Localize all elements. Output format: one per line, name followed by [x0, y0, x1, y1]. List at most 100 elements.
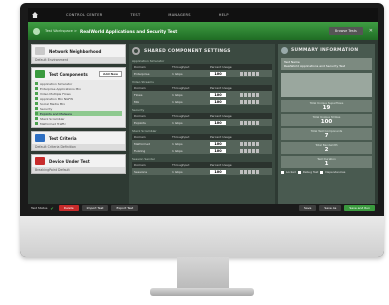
- percent-input[interactable]: 100: [210, 169, 226, 174]
- dependencies-checkbox[interactable]: [320, 170, 324, 174]
- slider-tick: [244, 99, 247, 104]
- column-header: Percent Usage: [210, 86, 232, 90]
- browse-tests-button[interactable]: Browse Tests: [328, 27, 363, 35]
- close-icon[interactable]: ✕: [369, 28, 373, 34]
- add-component-button[interactable]: Add New: [99, 71, 122, 77]
- slider-tick: [252, 148, 255, 153]
- app-screen: CONTROL CENTER TEST MANAGERS HELP Test W…: [28, 8, 378, 212]
- workspace-header: Test Workspace > RealWorld Applications …: [28, 22, 378, 40]
- save-button[interactable]: Save: [299, 205, 317, 211]
- percent-input[interactable]: 100: [210, 99, 226, 104]
- network-card[interactable]: Network Neighborhood Default Environment: [31, 44, 126, 64]
- slider-tick: [256, 120, 259, 125]
- usage-slider[interactable]: [240, 148, 270, 153]
- slider-tick: [244, 120, 247, 125]
- component-tree: Application Simulator Enterprise Applicat…: [32, 80, 125, 127]
- page-title: RealWorld Applications and Security Test: [80, 28, 178, 34]
- column-header: Throughput: [172, 163, 190, 167]
- import-test-button[interactable]: Import Test: [81, 205, 109, 211]
- table-row: Enterprise 1 Gbps 100: [132, 70, 272, 77]
- save-as-button[interactable]: Save As: [319, 205, 342, 211]
- component-icon: [35, 92, 38, 95]
- slider-tick: [244, 71, 247, 76]
- slider-tick: [244, 169, 247, 174]
- slider-tick: [240, 120, 243, 125]
- percent-input[interactable]: 100: [210, 141, 226, 146]
- dut-card[interactable]: Device Under Test BreakingPoint Default: [31, 154, 126, 174]
- slider-tick: [240, 71, 243, 76]
- export-test-button[interactable]: Export Test: [111, 205, 139, 211]
- slider-tick: [248, 92, 251, 97]
- nav-test[interactable]: TEST: [130, 13, 140, 17]
- component-icon: [35, 122, 38, 125]
- component-icon: [35, 117, 38, 120]
- summary-checks: Locked Debug Test Dependencies: [281, 170, 372, 174]
- stat-value: 1: [324, 161, 329, 167]
- components-card[interactable]: Test Components Add New Application Simu…: [31, 67, 126, 128]
- slider-tick: [256, 141, 259, 146]
- column-header: Domain: [134, 65, 146, 69]
- dependencies-label: Dependencies: [325, 170, 346, 174]
- table-row: Malformed 1 Gbps 100: [132, 140, 272, 147]
- settings-section: Security Domain Throughput Percent Usage Exp…: [132, 107, 272, 126]
- action-bar: Test Status ✔ Delete Import Test Export …: [28, 204, 378, 212]
- test-description[interactable]: [281, 73, 372, 97]
- locked-checkbox[interactable]: [281, 170, 284, 174]
- throughput-cell: 1 Gbps: [172, 92, 183, 97]
- nav-managers[interactable]: MANAGERS: [168, 13, 190, 17]
- criteria-icon: [35, 134, 45, 142]
- summary-title-row: SUMMARY INFORMATION: [281, 47, 372, 54]
- network-sub: Default Environment: [32, 57, 125, 63]
- throughput-cell: 1 Gbps: [172, 99, 183, 104]
- network-title: Network Neighborhood: [49, 48, 102, 54]
- monitor-base: [150, 288, 254, 296]
- usage-slider[interactable]: [240, 120, 270, 125]
- slider-tick: [248, 71, 251, 76]
- percent-input[interactable]: 100: [210, 120, 226, 125]
- component-icon: [35, 112, 38, 115]
- settings-section: Session Sender Domain Throughput Percent Us…: [132, 156, 272, 175]
- usage-slider[interactable]: [240, 141, 270, 146]
- slider-tick: [256, 71, 259, 76]
- throughput-cell: 1 Gbps: [172, 141, 183, 146]
- slider-tick: [248, 169, 251, 174]
- tree-item-label: Application Simulator: [40, 81, 73, 86]
- dut-card-head: Device Under Test: [32, 155, 125, 167]
- monitor-chin: [20, 216, 384, 257]
- nav-control-center[interactable]: CONTROL CENTER: [66, 13, 102, 17]
- debug-checkbox[interactable]: [297, 170, 301, 174]
- tree-item[interactable]: Malformed Traffic: [35, 121, 122, 126]
- slider-tick: [240, 141, 243, 146]
- breadcrumb[interactable]: Test Workspace >: [45, 29, 77, 33]
- workspace-icon: [33, 27, 40, 35]
- summary-title: SUMMARY INFORMATION: [291, 48, 359, 53]
- shared-settings-panel: SHARED COMPONENT SETTINGS Application Si…: [129, 44, 275, 204]
- domain-cell: Flows: [134, 92, 143, 97]
- tree-item-label: Security: [40, 106, 53, 111]
- nav-help[interactable]: HELP: [219, 13, 229, 17]
- slider-tick: [252, 99, 255, 104]
- network-card-head: Network Neighborhood: [32, 45, 125, 57]
- percent-input[interactable]: 100: [210, 148, 226, 153]
- save-and-run-button[interactable]: Save and Run: [344, 205, 375, 211]
- delete-button[interactable]: Delete: [58, 205, 79, 211]
- usage-slider[interactable]: [240, 92, 270, 97]
- slider-tick: [248, 148, 251, 153]
- gear-icon: [132, 47, 140, 55]
- slider-tick: [252, 141, 255, 146]
- domain-cell: Exploits: [134, 120, 146, 125]
- settings-section: Application Simulator Domain Throughput Per…: [132, 58, 272, 77]
- dut-sub: BreakingPoint Default: [32, 167, 125, 173]
- percent-input[interactable]: 100: [210, 92, 226, 97]
- usage-slider[interactable]: [240, 169, 270, 174]
- home-icon[interactable]: [32, 12, 38, 18]
- usage-slider[interactable]: [240, 99, 270, 104]
- criteria-card[interactable]: Test Criteria Default Criteria Definitio…: [31, 131, 126, 151]
- usage-slider[interactable]: [240, 71, 270, 76]
- summary-panel: SUMMARY INFORMATION Test Name RealWorld …: [278, 44, 375, 204]
- column-header: Throughput: [172, 65, 190, 69]
- criteria-card-head: Test Criteria: [32, 132, 125, 144]
- component-icon: [35, 107, 38, 110]
- slider-tick: [244, 148, 247, 153]
- percent-input[interactable]: 100: [210, 71, 226, 76]
